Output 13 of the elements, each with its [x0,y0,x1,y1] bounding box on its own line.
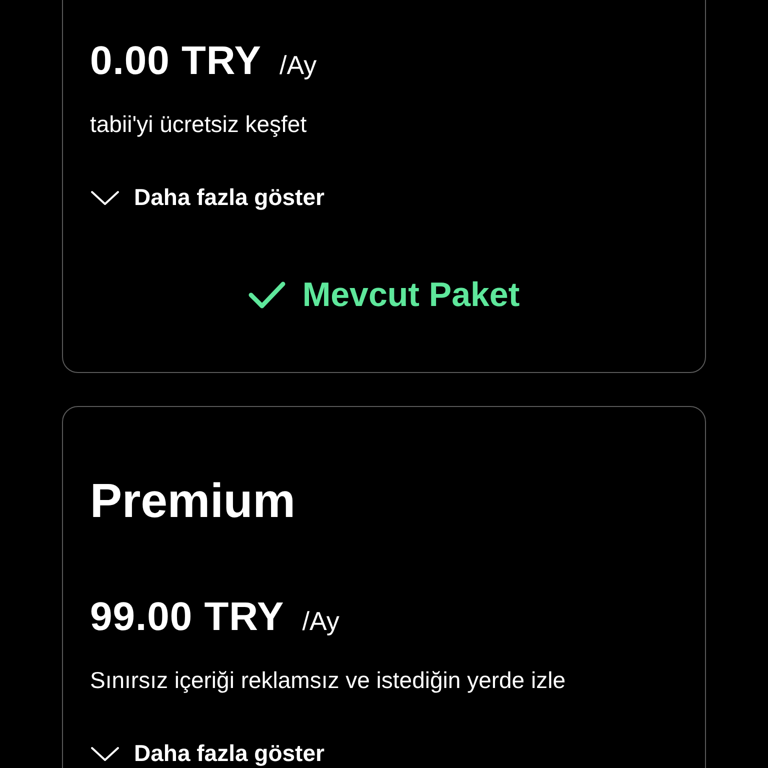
show-more-button[interactable]: Daha fazla göster [90,182,324,213]
plan-title: Premium [90,474,296,530]
price-period: /Ay [279,49,317,82]
chevron-down-icon [90,746,120,762]
plan-price: 0.00 TRY [90,38,262,85]
check-icon [248,281,286,309]
chevron-down-icon [90,190,120,206]
show-more-button[interactable]: Daha fazla göster [90,738,324,768]
plan-price: 99.00 TRY [90,594,284,641]
current-plan-text: Mevcut Paket [302,275,520,316]
plan-description: tabii'yi ücretsiz keşfet [90,110,307,139]
price-period: /Ay [302,605,340,638]
plan-description: Sınırsız içeriği reklamsız ve istediğin yerde izle [90,666,566,695]
